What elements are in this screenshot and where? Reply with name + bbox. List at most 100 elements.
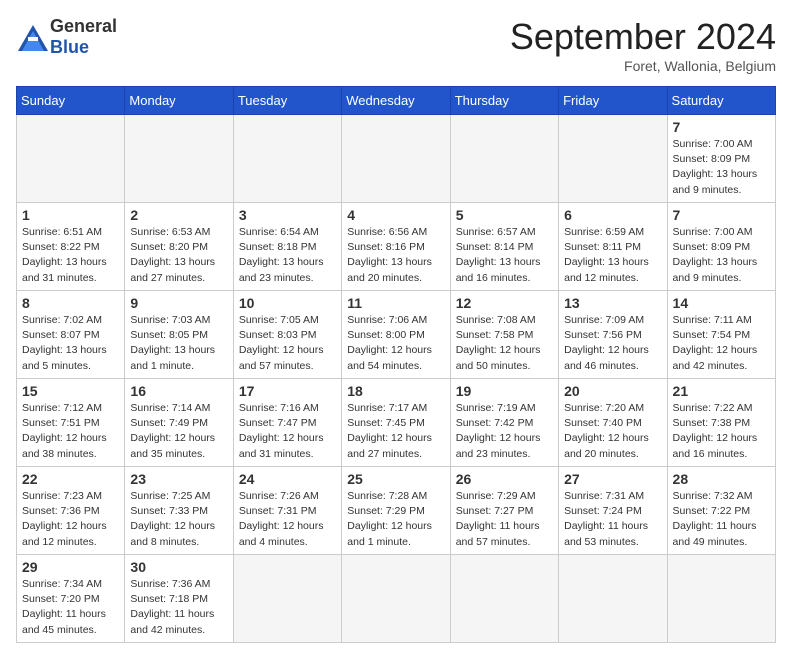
day-info: Sunrise: 6:57 AMSunset: 8:14 PMDaylight:… [456, 225, 553, 286]
day-cell-25: 25Sunrise: 7:28 AMSunset: 7:29 PMDayligh… [342, 467, 450, 555]
day-info: Sunrise: 7:36 AMSunset: 7:18 PMDaylight:… [130, 577, 227, 638]
day-cell-7: 7Sunrise: 7:00 AMSunset: 8:09 PMDaylight… [667, 115, 775, 203]
day-info: Sunrise: 6:53 AMSunset: 8:20 PMDaylight:… [130, 225, 227, 286]
day-info: Sunrise: 7:17 AMSunset: 7:45 PMDaylight:… [347, 401, 444, 462]
day-cell-19: 19Sunrise: 7:19 AMSunset: 7:42 PMDayligh… [450, 379, 558, 467]
day-cell-3: 3 Sunrise: 6:54 AMSunset: 8:18 PMDaylight… [233, 203, 341, 291]
day-info: Sunrise: 7:22 AMSunset: 7:38 PMDaylight:… [673, 401, 770, 462]
day-cell-21: 21 Sunrise: 7:22 AMSunset: 7:38 PMDayligh… [667, 379, 775, 467]
day-number: 3 [239, 207, 336, 223]
day-cell-14: 14Sunrise: 7:11 AMSunset: 7:54 PMDayligh… [667, 291, 775, 379]
day-cell-20: 20 Sunrise: 7:20 AMSunset: 7:40 PMDayligh… [559, 379, 667, 467]
logo-blue: Blue [50, 37, 89, 57]
col-header-sunday: Sunday [17, 87, 125, 115]
day-cell-23: 23 Sunrise: 7:25 AMSunset: 7:33 PMDayligh… [125, 467, 233, 555]
col-header-saturday: Saturday [667, 87, 775, 115]
logo-icon [16, 23, 48, 51]
day-number: 5 [456, 207, 553, 223]
day-info: Sunrise: 7:20 AMSunset: 7:40 PMDaylight:… [564, 401, 661, 462]
day-info: Sunrise: 7:25 AMSunset: 7:33 PMDaylight:… [130, 489, 227, 550]
day-info: Sunrise: 6:51 AMSunset: 8:22 PMDaylight:… [22, 225, 119, 286]
day-number: 7 [673, 207, 770, 223]
day-info: Sunrise: 7:09 AMSunset: 7:56 PMDaylight:… [564, 313, 661, 374]
empty-cell [233, 115, 341, 203]
day-number: 18 [347, 383, 444, 399]
day-cell-28: 28 Sunrise: 7:32 AMSunset: 7:22 PMDayligh… [667, 467, 775, 555]
day-info: Sunrise: 7:00 AMSunset: 8:09 PMDaylight:… [673, 137, 770, 198]
header-row: SundayMondayTuesdayWednesdayThursdayFrid… [17, 87, 776, 115]
day-number: 10 [239, 295, 336, 311]
calendar-week-6: 29Sunrise: 7:34 AMSunset: 7:20 PMDayligh… [17, 555, 776, 643]
day-cell-30: 30 Sunrise: 7:36 AMSunset: 7:18 PMDayligh… [125, 555, 233, 643]
empty-cell [125, 115, 233, 203]
day-info: Sunrise: 7:08 AMSunset: 7:58 PMDaylight:… [456, 313, 553, 374]
day-cell-9: 9 Sunrise: 7:03 AMSunset: 8:05 PMDaylight… [125, 291, 233, 379]
day-cell-10: 10 Sunrise: 7:05 AMSunset: 8:03 PMDayligh… [233, 291, 341, 379]
day-number: 24 [239, 471, 336, 487]
day-number: 9 [130, 295, 227, 311]
day-cell-29: 29Sunrise: 7:34 AMSunset: 7:20 PMDayligh… [17, 555, 125, 643]
day-number: 21 [673, 383, 770, 399]
day-info: Sunrise: 7:32 AMSunset: 7:22 PMDaylight:… [673, 489, 770, 550]
day-cell-4: 4Sunrise: 6:56 AMSunset: 8:16 PMDaylight… [342, 203, 450, 291]
calendar-week-5: 22 Sunrise: 7:23 AMSunset: 7:36 PMDayligh… [17, 467, 776, 555]
day-number: 12 [456, 295, 553, 311]
day-number: 23 [130, 471, 227, 487]
logo-general: General [50, 16, 117, 36]
day-info: Sunrise: 7:06 AMSunset: 8:00 PMDaylight:… [347, 313, 444, 374]
day-cell-5: 5 Sunrise: 6:57 AMSunset: 8:14 PMDaylight… [450, 203, 558, 291]
calendar-week-3: 8Sunrise: 7:02 AMSunset: 8:07 PMDaylight… [17, 291, 776, 379]
empty-cell [559, 115, 667, 203]
day-number: 25 [347, 471, 444, 487]
day-cell-22: 22 Sunrise: 7:23 AMSunset: 7:36 PMDayligh… [17, 467, 125, 555]
location: Foret, Wallonia, Belgium [510, 58, 776, 74]
col-header-tuesday: Tuesday [233, 87, 341, 115]
day-cell-2: 2Sunrise: 6:53 AMSunset: 8:20 PMDaylight… [125, 203, 233, 291]
day-info: Sunrise: 7:16 AMSunset: 7:47 PMDaylight:… [239, 401, 336, 462]
empty-cell [667, 555, 775, 643]
day-info: Sunrise: 7:05 AMSunset: 8:03 PMDaylight:… [239, 313, 336, 374]
day-info: Sunrise: 7:11 AMSunset: 7:54 PMDaylight:… [673, 313, 770, 374]
col-header-thursday: Thursday [450, 87, 558, 115]
day-info: Sunrise: 7:23 AMSunset: 7:36 PMDaylight:… [22, 489, 119, 550]
day-number: 4 [347, 207, 444, 223]
day-info: Sunrise: 7:03 AMSunset: 8:05 PMDaylight:… [130, 313, 227, 374]
day-number: 22 [22, 471, 119, 487]
day-info: Sunrise: 6:54 AMSunset: 8:18 PMDaylight:… [239, 225, 336, 286]
calendar-week-4: 15Sunrise: 7:12 AMSunset: 7:51 PMDayligh… [17, 379, 776, 467]
empty-cell [17, 115, 125, 203]
day-number: 16 [130, 383, 227, 399]
day-info: Sunrise: 6:59 AMSunset: 8:11 PMDaylight:… [564, 225, 661, 286]
logo: General Blue [16, 16, 117, 58]
calendar-week-2: 1Sunrise: 6:51 AMSunset: 8:22 PMDaylight… [17, 203, 776, 291]
day-number: 30 [130, 559, 227, 575]
day-number: 27 [564, 471, 661, 487]
day-cell-16: 16Sunrise: 7:14 AMSunset: 7:49 PMDayligh… [125, 379, 233, 467]
calendar-week-1: 7Sunrise: 7:00 AMSunset: 8:09 PMDaylight… [17, 115, 776, 203]
title-block: September 2024 Foret, Wallonia, Belgium [510, 16, 776, 74]
day-number: 26 [456, 471, 553, 487]
day-number: 11 [347, 295, 444, 311]
day-cell-15: 15Sunrise: 7:12 AMSunset: 7:51 PMDayligh… [17, 379, 125, 467]
day-number: 17 [239, 383, 336, 399]
day-cell-24: 24Sunrise: 7:26 AMSunset: 7:31 PMDayligh… [233, 467, 341, 555]
month-title: September 2024 [510, 16, 776, 58]
day-info: Sunrise: 7:29 AMSunset: 7:27 PMDaylight:… [456, 489, 553, 550]
day-info: Sunrise: 7:00 AMSunset: 8:09 PMDaylight:… [673, 225, 770, 286]
day-info: Sunrise: 7:31 AMSunset: 7:24 PMDaylight:… [564, 489, 661, 550]
calendar-body: 7 Sunrise: 7:00 AMSunset: 8:09 PMDaylight… [17, 115, 776, 643]
day-number: 15 [22, 383, 119, 399]
day-number: 20 [564, 383, 661, 399]
day-number: 28 [673, 471, 770, 487]
col-header-friday: Friday [559, 87, 667, 115]
day-cell-26: 26 Sunrise: 7:29 AMSunset: 7:27 PMDayligh… [450, 467, 558, 555]
day-cell-18: 18 Sunrise: 7:17 AMSunset: 7:45 PMDayligh… [342, 379, 450, 467]
day-number: 8 [22, 295, 119, 311]
day-number: 6 [564, 207, 661, 223]
empty-cell [233, 555, 341, 643]
empty-cell [450, 555, 558, 643]
day-cell-11: 11 Sunrise: 7:06 AMSunset: 8:00 PMDayligh… [342, 291, 450, 379]
col-header-monday: Monday [125, 87, 233, 115]
day-number: 13 [564, 295, 661, 311]
day-info: Sunrise: 7:19 AMSunset: 7:42 PMDaylight:… [456, 401, 553, 462]
